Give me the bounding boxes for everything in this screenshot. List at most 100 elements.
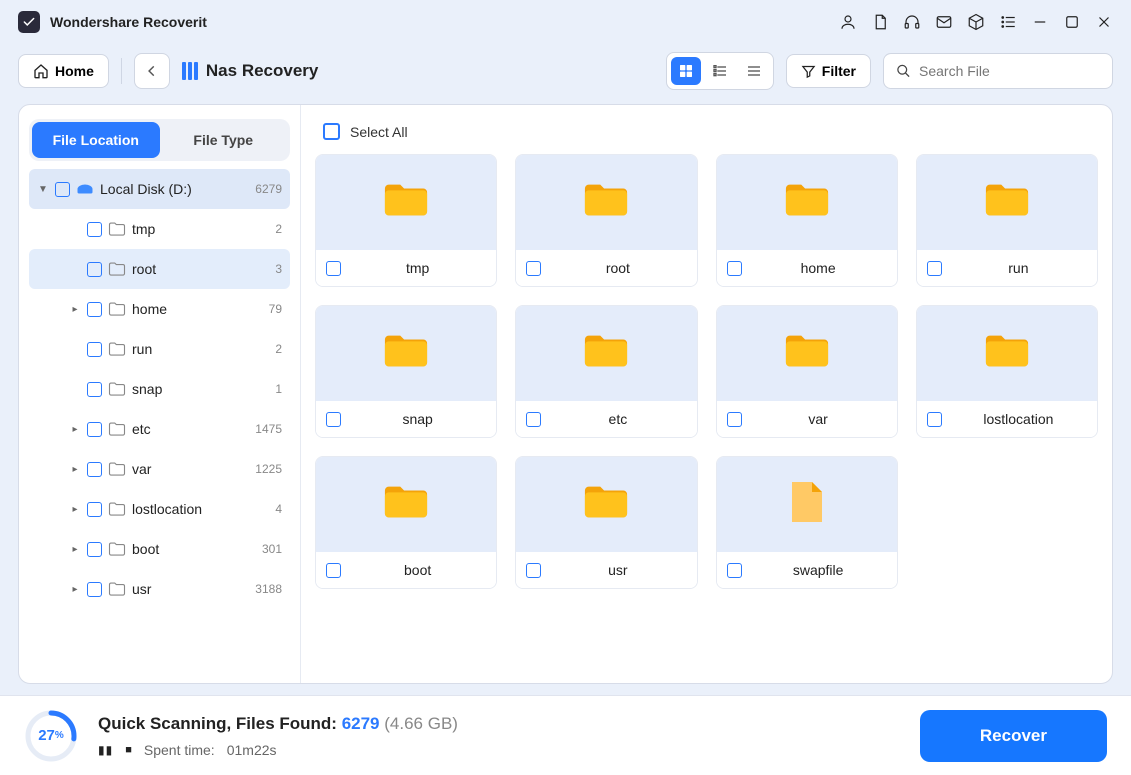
grid-item-snap[interactable]: snap <box>315 305 497 438</box>
grid-item-swapfile[interactable]: swapfile <box>716 456 898 589</box>
tree-item-root[interactable]: root 3 <box>29 249 290 289</box>
grid-item-var[interactable]: var <box>716 305 898 438</box>
nas-icon <box>182 62 198 80</box>
view-compact-button[interactable] <box>739 57 769 85</box>
grid-item-boot[interactable]: boot <box>315 456 497 589</box>
home-button[interactable]: Home <box>18 54 109 88</box>
content-area: Select All tmp root home run <box>301 105 1112 683</box>
tree-item-checkbox[interactable] <box>87 342 102 357</box>
tree-item-run[interactable]: run 2 <box>29 329 290 369</box>
view-list-button[interactable] <box>705 57 735 85</box>
tree-item-count: 4 <box>275 502 282 516</box>
filter-button[interactable]: Filter <box>786 54 871 88</box>
select-all-checkbox[interactable] <box>323 123 340 140</box>
footer: 27% Quick Scanning, Files Found: 6279 (4… <box>0 695 1131 775</box>
scan-status: Quick Scanning, Files Found: 6279 (4.66 … <box>98 714 920 734</box>
folder-icon <box>583 180 629 225</box>
grid-item-etc[interactable]: etc <box>515 305 697 438</box>
cube-icon[interactable] <box>967 13 985 31</box>
chevron-right-icon[interactable]: ▸ <box>69 544 81 555</box>
folder-icon <box>108 461 126 477</box>
minimize-button[interactable] <box>1031 13 1049 31</box>
back-button[interactable] <box>134 53 170 89</box>
grid-item-run[interactable]: run <box>916 154 1098 287</box>
tree-item-checkbox[interactable] <box>87 502 102 517</box>
disk-checkbox[interactable] <box>55 182 70 197</box>
folder-icon <box>984 331 1030 376</box>
mail-icon[interactable] <box>935 13 953 31</box>
grid-item-home[interactable]: home <box>716 154 898 287</box>
recover-button[interactable]: Recover <box>920 710 1107 762</box>
grid-item-root[interactable]: root <box>515 154 697 287</box>
tree-item-checkbox[interactable] <box>87 462 102 477</box>
chevron-right-icon[interactable]: ▸ <box>69 504 81 515</box>
files-found-size: (4.66 GB) <box>384 714 458 733</box>
app-title: Wondershare Recoverit <box>50 14 207 30</box>
stop-button[interactable]: ■ <box>125 744 132 756</box>
headset-icon[interactable] <box>903 13 921 31</box>
tree-item-checkbox[interactable] <box>87 422 102 437</box>
tab-file-type[interactable]: File Type <box>160 122 288 158</box>
tree-item-checkbox[interactable] <box>87 582 102 597</box>
tab-file-location[interactable]: File Location <box>32 122 160 158</box>
view-grid-button[interactable] <box>671 57 701 85</box>
tree-item-home[interactable]: ▸ home 79 <box>29 289 290 329</box>
close-button[interactable] <box>1095 13 1113 31</box>
chevron-right-icon[interactable]: ▸ <box>69 424 81 435</box>
spent-time-label: Spent time: <box>144 742 215 758</box>
tree-item-lostlocation[interactable]: ▸ lostlocation 4 <box>29 489 290 529</box>
grid-item-usr[interactable]: usr <box>515 456 697 589</box>
tree-item-etc[interactable]: ▸ etc 1475 <box>29 409 290 449</box>
grid-item-checkbox[interactable] <box>526 261 541 276</box>
files-found-count: 6279 <box>342 714 380 733</box>
grid-item-checkbox[interactable] <box>526 412 541 427</box>
grid-item-checkbox[interactable] <box>727 261 742 276</box>
grid-item-name: root <box>549 260 686 276</box>
grid-item-checkbox[interactable] <box>927 261 942 276</box>
grid-item-checkbox[interactable] <box>326 261 341 276</box>
grid-item-tmp[interactable]: tmp <box>315 154 497 287</box>
grid-item-name: etc <box>549 411 686 427</box>
tree-item-checkbox[interactable] <box>87 262 102 277</box>
tree-item-boot[interactable]: ▸ boot 301 <box>29 529 290 569</box>
chevron-right-icon[interactable]: ▸ <box>69 304 81 315</box>
select-all-row[interactable]: Select All <box>315 119 1098 154</box>
tree-item-checkbox[interactable] <box>87 302 102 317</box>
folder-icon <box>383 482 429 527</box>
grid-item-name: home <box>750 260 887 276</box>
chevron-right-icon[interactable]: ▸ <box>69 584 81 595</box>
grid-item-checkbox[interactable] <box>326 412 341 427</box>
grid-item-checkbox[interactable] <box>326 563 341 578</box>
user-icon[interactable] <box>839 13 857 31</box>
folder-icon <box>108 421 126 437</box>
grid-item-name: run <box>950 260 1087 276</box>
tree-item-checkbox[interactable] <box>87 542 102 557</box>
grid-item-checkbox[interactable] <box>727 412 742 427</box>
tree-item-count: 1225 <box>255 462 282 476</box>
disk-count: 6279 <box>255 182 282 196</box>
tree-item-snap[interactable]: snap 1 <box>29 369 290 409</box>
grid-item-checkbox[interactable] <box>727 563 742 578</box>
document-icon[interactable] <box>871 13 889 31</box>
grid-item-checkbox[interactable] <box>927 412 942 427</box>
tree-item-checkbox[interactable] <box>87 222 102 237</box>
folder-icon <box>108 501 126 517</box>
maximize-button[interactable] <box>1063 13 1081 31</box>
grid-item-lostlocation[interactable]: lostlocation <box>916 305 1098 438</box>
tree-item-tmp[interactable]: tmp 2 <box>29 209 290 249</box>
folder-icon <box>108 581 126 597</box>
tree-disk-row[interactable]: ▼ Local Disk (D:) 6279 <box>29 169 290 209</box>
pause-button[interactable]: ▮▮ <box>98 743 113 757</box>
list-icon[interactable] <box>999 13 1017 31</box>
chevron-down-icon[interactable]: ▼ <box>37 184 49 195</box>
search-input[interactable] <box>919 63 1100 79</box>
titlebar: Wondershare Recoverit <box>0 0 1131 44</box>
search-box[interactable] <box>883 53 1113 89</box>
chevron-right-icon[interactable]: ▸ <box>69 464 81 475</box>
tree-item-checkbox[interactable] <box>87 382 102 397</box>
folder-icon <box>108 541 126 557</box>
tree-item-usr[interactable]: ▸ usr 3188 <box>29 569 290 609</box>
folder-icon <box>984 180 1030 225</box>
tree-item-var[interactable]: ▸ var 1225 <box>29 449 290 489</box>
grid-item-checkbox[interactable] <box>526 563 541 578</box>
